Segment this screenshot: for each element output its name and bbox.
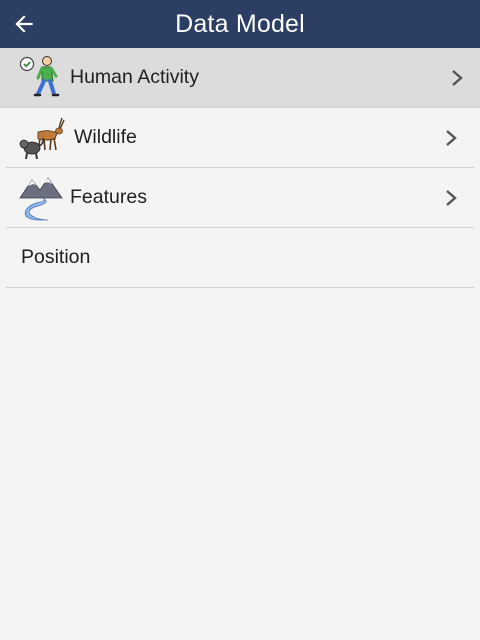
hiker-icon xyxy=(19,56,60,97)
list-item-label: Features xyxy=(70,186,147,208)
wildlife-icon xyxy=(19,117,65,160)
list-item-human-activity[interactable]: Human Activity xyxy=(0,48,480,108)
chevron-right-icon xyxy=(446,130,457,146)
data-model-list: Human Activity Wildlife Features Positio… xyxy=(0,48,480,288)
list-item-wildlife[interactable]: Wildlife xyxy=(6,108,474,168)
page-title: Data Model xyxy=(175,10,305,38)
mountain-river-icon xyxy=(19,177,63,221)
app-bar: Data Model xyxy=(0,0,480,48)
list-item-position[interactable]: Position xyxy=(6,228,474,288)
list-item-features[interactable]: Features xyxy=(6,168,474,228)
chevron-right-icon xyxy=(452,70,463,86)
chevron-right-icon xyxy=(446,190,457,206)
list-item-label: Human Activity xyxy=(70,66,199,88)
list-item-label: Wildlife xyxy=(74,126,137,148)
list-item-label: Position xyxy=(21,246,91,268)
